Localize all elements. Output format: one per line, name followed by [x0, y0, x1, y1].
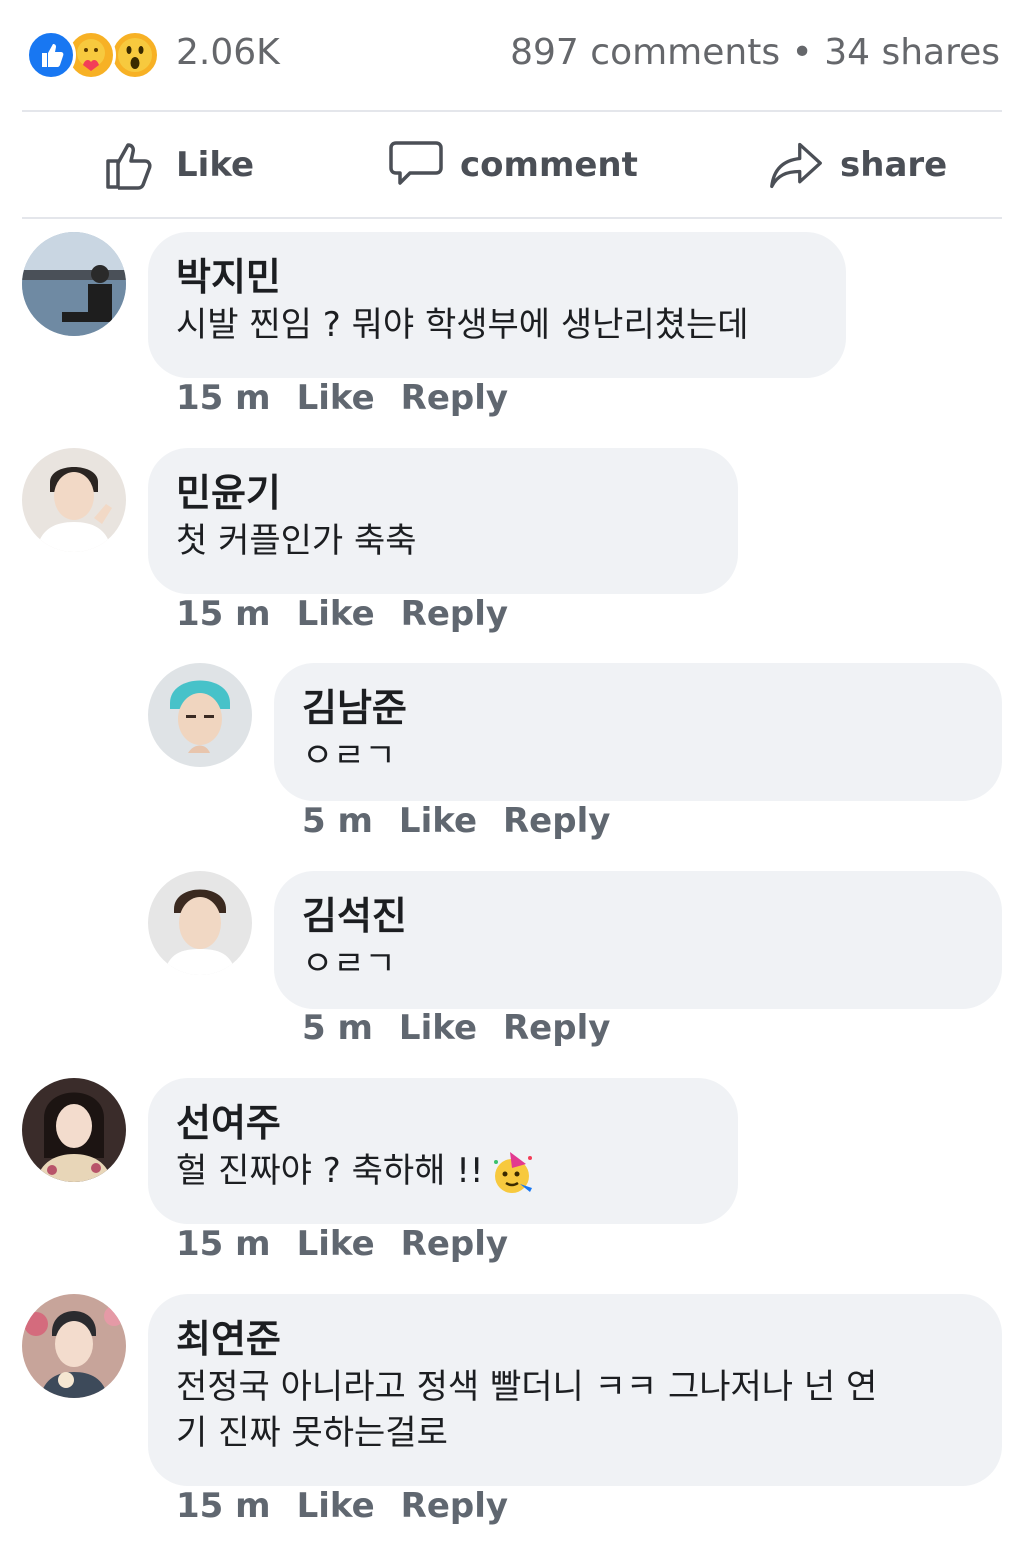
- comment-reply-button[interactable]: Reply: [503, 1008, 610, 1048]
- comment-meta: 15 m Like Reply: [176, 378, 534, 418]
- like-label: Like: [176, 145, 255, 185]
- reply-meta: 5 m Like Reply: [302, 1008, 636, 1048]
- wow-reaction-icon: [110, 30, 160, 80]
- share-label: share: [840, 145, 948, 185]
- comment-text-line-2: 기 진짜 못하는걸로: [176, 1413, 448, 1453]
- share-button[interactable]: share: [768, 136, 947, 194]
- comment-time[interactable]: 5 m: [302, 801, 373, 841]
- avatar[interactable]: [148, 663, 252, 767]
- comment-time[interactable]: 15 m: [176, 1486, 271, 1526]
- comment-text: 헐 진짜야 ? 축하해 !!: [176, 1148, 710, 1196]
- avatar[interactable]: [22, 448, 126, 552]
- comment-bubble: 민윤기 첫 커플인가 축축: [148, 448, 738, 594]
- avatar[interactable]: [22, 1078, 126, 1182]
- post-actions-bar: Like comment share: [0, 112, 1020, 218]
- comment-bubble: 선여주 헐 진짜야 ? 축하해 !!: [148, 1078, 738, 1224]
- comment-like-button[interactable]: Like: [297, 1486, 375, 1526]
- comment-bubble: 박지민 시발 찐임 ? 뭐야 학생부에 생난리쳤는데: [148, 232, 846, 378]
- comment-text-content: 헐 진짜야 ? 축하해 !!: [176, 1151, 484, 1191]
- comment-time[interactable]: 15 m: [176, 594, 271, 634]
- commenter-name[interactable]: 김석진: [302, 893, 974, 939]
- comment-time[interactable]: 5 m: [302, 1008, 373, 1048]
- reply-meta: 5 m Like Reply: [302, 801, 636, 841]
- comment-time[interactable]: 15 m: [176, 1224, 271, 1264]
- comment-reply-button[interactable]: Reply: [401, 1224, 508, 1264]
- comment-text: ㅇㄹㄱ: [302, 736, 396, 776]
- comment-like-button[interactable]: Like: [297, 1224, 375, 1264]
- comments-shares-count[interactable]: 897 comments • 34 shares: [510, 32, 1000, 73]
- avatar[interactable]: [148, 871, 252, 975]
- comment-meta: 15 m Like Reply: [176, 1224, 534, 1264]
- comment-like-button[interactable]: Like: [399, 1008, 477, 1048]
- comment-button[interactable]: comment: [388, 136, 638, 194]
- comment-label: comment: [460, 145, 638, 185]
- commenter-name[interactable]: 박지민: [176, 254, 818, 300]
- reactions-stats-bar: 2.06K 897 comments • 34 shares: [0, 0, 1020, 110]
- comment-reply-button[interactable]: Reply: [503, 801, 610, 841]
- comment-reply-button[interactable]: Reply: [401, 1486, 508, 1526]
- like-reaction-icon: [26, 30, 76, 80]
- comment-time[interactable]: 15 m: [176, 378, 271, 418]
- commenter-name[interactable]: 민윤기: [176, 470, 710, 516]
- reaction-icons[interactable]: [26, 30, 162, 80]
- share-arrow-icon: [770, 142, 822, 189]
- comment-text-line-1: 전정국 아니라고 정색 빨더니 ㅋㅋ 그나저나 넌 연: [176, 1367, 878, 1407]
- comment-text: ㅇㄹㄱ: [302, 944, 396, 984]
- comment-like-button[interactable]: Like: [297, 378, 375, 418]
- reply-bubble: 김석진 ㅇㄹㄱ: [274, 871, 1002, 1009]
- comment-text: 첫 커플인가 축축: [176, 521, 417, 561]
- comment-like-button[interactable]: Like: [399, 801, 477, 841]
- comment-meta: 15 m Like Reply: [176, 594, 534, 634]
- comment-bubble-icon: [389, 141, 443, 185]
- comment-bubble: 최연준 전정국 아니라고 정색 빨더니 ㅋㅋ 그나저나 넌 연 기 진짜 못하는…: [148, 1294, 1002, 1486]
- like-button[interactable]: Like: [104, 136, 254, 194]
- comment-meta: 15 m Like Reply: [176, 1486, 534, 1526]
- commenter-name[interactable]: 선여주: [176, 1100, 710, 1146]
- comment-like-button[interactable]: Like: [297, 594, 375, 634]
- commenter-name[interactable]: 김남준: [302, 685, 974, 731]
- comment-reply-button[interactable]: Reply: [401, 378, 508, 418]
- thumbs-up-icon: [106, 143, 152, 190]
- reply-bubble: 김남준 ㅇㄹㄱ: [274, 663, 1002, 801]
- partying-face-icon: [493, 1151, 532, 1193]
- avatar[interactable]: [22, 1294, 126, 1398]
- reaction-count[interactable]: 2.06K: [176, 32, 280, 73]
- comment-reply-button[interactable]: Reply: [401, 594, 508, 634]
- divider: [22, 217, 1002, 219]
- avatar[interactable]: [22, 232, 126, 336]
- comment-text: 시발 찐임 ? 뭐야 학생부에 생난리쳤는데: [176, 305, 749, 345]
- commenter-name[interactable]: 최연준: [176, 1316, 974, 1362]
